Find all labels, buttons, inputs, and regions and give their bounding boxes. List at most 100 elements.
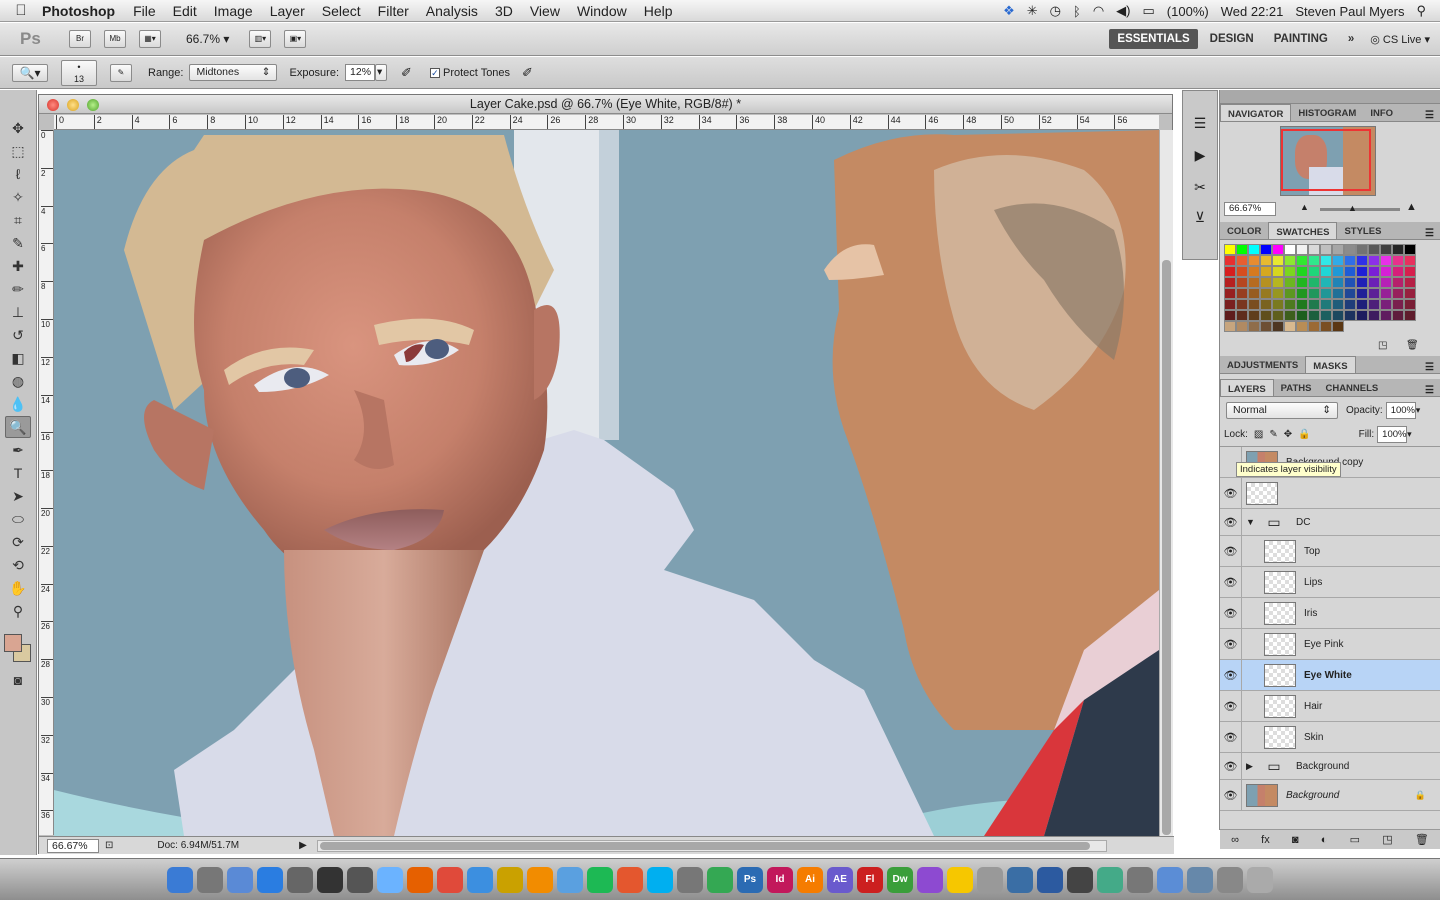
swatch[interactable] — [1260, 277, 1272, 288]
tab-layers[interactable]: LAYERS — [1220, 379, 1274, 396]
dock-ps-icon[interactable]: Ps — [737, 866, 763, 893]
layer-row[interactable]: 👁 Background 🔒 — [1220, 780, 1440, 811]
dock-dashboard-icon[interactable] — [317, 866, 343, 893]
swatch[interactable] — [1308, 244, 1320, 255]
navigator-thumbnail[interactable] — [1280, 126, 1376, 196]
swatch[interactable] — [1284, 277, 1296, 288]
swatch[interactable] — [1224, 299, 1236, 310]
swatch[interactable] — [1368, 244, 1380, 255]
workspace-painting[interactable]: PAINTING — [1266, 29, 1336, 49]
new-layer-icon[interactable]: ◳ — [1382, 833, 1392, 846]
protect-tones-checkbox[interactable]: ✓ Protect Tones — [429, 67, 510, 79]
dock-spotify-icon[interactable] — [587, 866, 613, 893]
swatch[interactable] — [1320, 299, 1332, 310]
pen-tool-icon[interactable]: ✒ — [5, 439, 31, 461]
swatch[interactable] — [1404, 310, 1416, 321]
dock-appstore-icon[interactable] — [257, 866, 283, 893]
dock-chrome-icon[interactable] — [437, 866, 463, 893]
tab-swatches[interactable]: SWATCHES — [1268, 222, 1338, 239]
add-mask-icon[interactable]: ◙ — [1292, 834, 1299, 846]
swatch[interactable] — [1296, 277, 1308, 288]
clone-stamp-tool-icon[interactable]: ⊥ — [5, 301, 31, 323]
swatch[interactable] — [1392, 299, 1404, 310]
shape-tool-icon[interactable]: ⬭ — [5, 508, 31, 530]
swatch[interactable] — [1308, 288, 1320, 299]
layer-row[interactable]: 👁 Lips — [1220, 567, 1440, 598]
quick-mask-icon[interactable]: ◙ — [5, 669, 31, 691]
swatch[interactable] — [1296, 288, 1308, 299]
view-extras-button[interactable]: ▦▾ — [139, 30, 161, 48]
status-info-icon[interactable]: ⊡ — [105, 840, 113, 851]
image-canvas[interactable] — [54, 130, 1159, 836]
tab-info[interactable]: INFO — [1363, 104, 1400, 121]
hscroll-thumb[interactable] — [319, 841, 1090, 850]
swatch[interactable] — [1236, 321, 1248, 332]
minibridge-button[interactable]: Mb — [104, 30, 126, 48]
range-select[interactable]: Midtones ⇕ — [189, 64, 278, 81]
dock-skype-icon[interactable] — [647, 866, 673, 893]
swatch[interactable] — [1404, 299, 1416, 310]
swatch[interactable] — [1404, 255, 1416, 266]
swatch[interactable] — [1332, 299, 1344, 310]
swatch[interactable] — [1236, 266, 1248, 277]
zoom-in-icon[interactable]: ▲ — [1406, 201, 1417, 213]
swatch[interactable] — [1332, 244, 1344, 255]
swatch[interactable] — [1356, 277, 1368, 288]
swatch[interactable] — [1284, 266, 1296, 277]
swatch[interactable] — [1272, 255, 1284, 266]
layer-style-icon[interactable]: fx — [1261, 834, 1270, 846]
dock-id-icon[interactable]: Id — [767, 866, 793, 893]
marquee-tool-icon[interactable]: ⬚ — [5, 140, 31, 162]
fill-arrow[interactable]: ▾ — [1407, 429, 1412, 440]
lock-all-icon[interactable]: 🔒 — [1298, 429, 1310, 440]
layer-visibility-eye-icon[interactable]: 👁 — [1220, 691, 1242, 721]
swatch[interactable] — [1260, 310, 1272, 321]
swatch[interactable] — [1356, 255, 1368, 266]
layer-row[interactable]: 👁 Top — [1220, 536, 1440, 567]
swatch[interactable] — [1368, 288, 1380, 299]
dock-trash-icon[interactable] — [1247, 866, 1273, 893]
swatch[interactable] — [1332, 288, 1344, 299]
navigator-zoom-input[interactable]: 66.67% — [1224, 202, 1276, 216]
navigator-view-box[interactable] — [1281, 129, 1371, 191]
dock-maps-icon[interactable] — [1007, 866, 1033, 893]
tab-color[interactable]: COLOR — [1220, 222, 1268, 239]
swatch[interactable] — [1392, 310, 1404, 321]
history-brush-tool-icon[interactable]: ↺ — [5, 324, 31, 346]
swatch[interactable] — [1320, 255, 1332, 266]
swatch[interactable] — [1248, 288, 1260, 299]
menu-window[interactable]: Window — [577, 3, 627, 19]
workspace-essentials[interactable]: ESSENTIALS — [1109, 29, 1198, 49]
menu-3d[interactable]: 3D — [495, 3, 513, 19]
layer-row[interactable]: 👁 Eye White — [1220, 660, 1440, 691]
arrange-documents-button[interactable]: ▥▾ — [249, 30, 272, 48]
swatch[interactable] — [1224, 288, 1236, 299]
swatch[interactable] — [1332, 310, 1344, 321]
dock-br-icon[interactable] — [917, 866, 943, 893]
dock-time-icon[interactable] — [347, 866, 373, 893]
swatch[interactable] — [1332, 266, 1344, 277]
swatch[interactable] — [1380, 288, 1392, 299]
swatch[interactable] — [1224, 321, 1236, 332]
swatch[interactable] — [1224, 277, 1236, 288]
swatch[interactable] — [1284, 255, 1296, 266]
swatch[interactable] — [1260, 266, 1272, 277]
dock-ai-icon[interactable]: Ai — [797, 866, 823, 893]
swatch[interactable] — [1284, 310, 1296, 321]
lasso-tool-icon[interactable]: ℓ — [5, 163, 31, 185]
dodge-tool-icon[interactable]: 🔍 — [5, 416, 31, 438]
apple-menu-icon[interactable]:  — [0, 2, 42, 19]
swatch[interactable] — [1272, 244, 1284, 255]
zoom-tool-icon[interactable]: ⚲ — [5, 600, 31, 622]
battery-icon[interactable]: ▭ — [1143, 3, 1155, 19]
swatch[interactable] — [1308, 299, 1320, 310]
dock-fl-icon[interactable]: Fl — [857, 866, 883, 893]
swatch[interactable] — [1296, 255, 1308, 266]
swatch[interactable] — [1236, 288, 1248, 299]
swatch[interactable] — [1272, 288, 1284, 299]
dock-word-icon[interactable] — [497, 866, 523, 893]
tab-styles[interactable]: STYLES — [1337, 222, 1388, 239]
swatch[interactable] — [1248, 321, 1260, 332]
opacity-input[interactable]: 100% — [1385, 401, 1416, 419]
3d-orbit-tool-icon[interactable]: ⟲ — [5, 554, 31, 576]
